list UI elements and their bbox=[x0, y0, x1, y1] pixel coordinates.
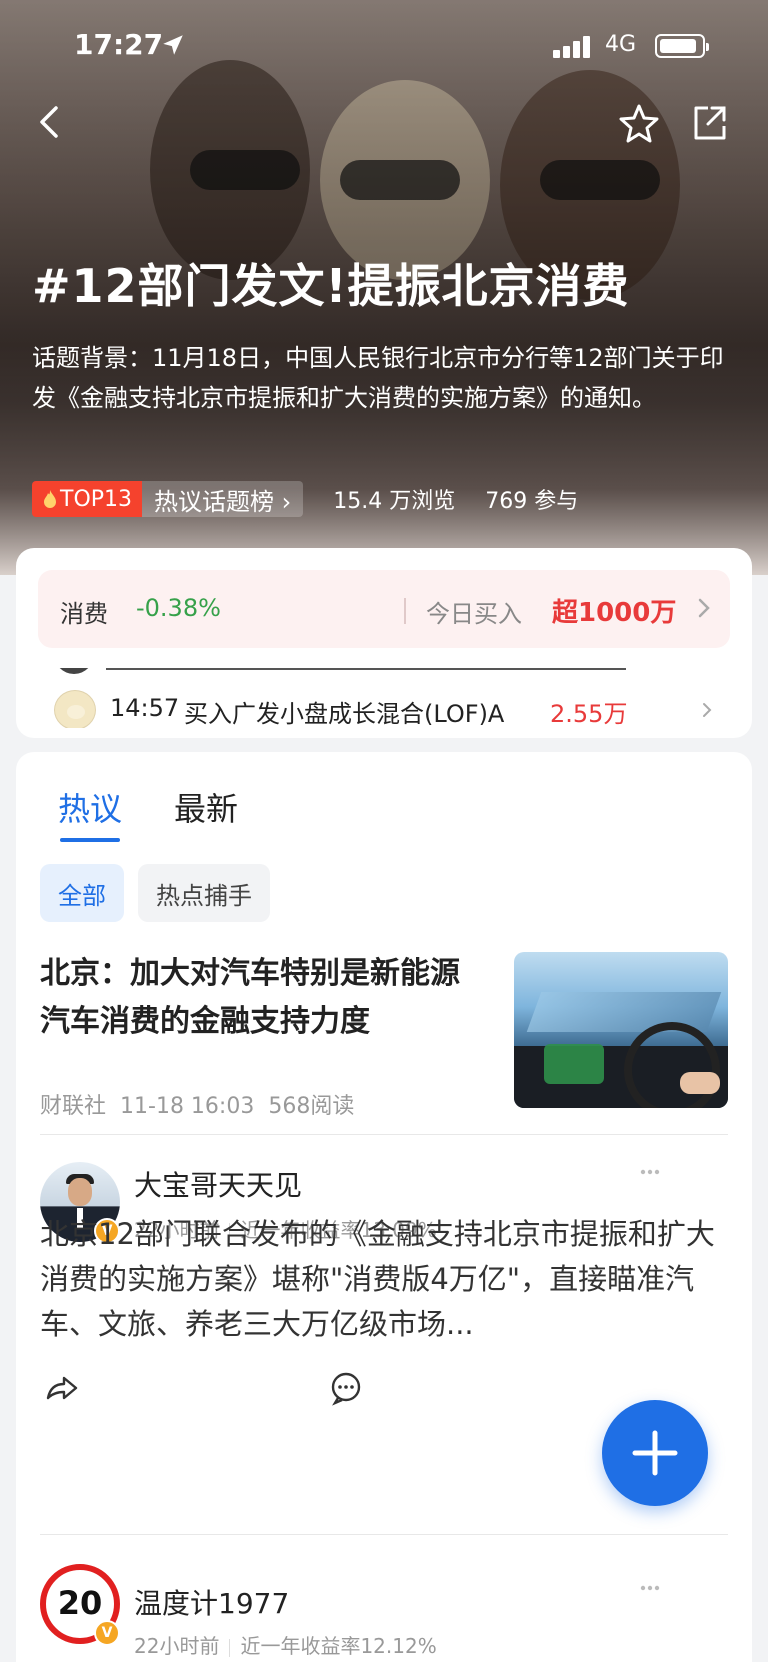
ticker-time: 14:57 bbox=[110, 694, 180, 722]
news-reads: 568阅读 bbox=[268, 1094, 355, 1119]
feed-card: 热议 最新 全部 热点捕手 北京：加大对汽车特别是新能源汽车消费的金融支持力度 … bbox=[16, 752, 752, 1662]
news-thumbnail[interactable] bbox=[514, 952, 728, 1108]
tab-indicator bbox=[60, 838, 120, 842]
today-buy-value: 超1000万 bbox=[552, 598, 677, 628]
ticker-amount: 2.55万 bbox=[550, 700, 628, 728]
flame-icon bbox=[44, 490, 56, 508]
post-return: 近一年收益率12.12% bbox=[240, 1634, 437, 1658]
post-author[interactable]: 大宝哥天天见 bbox=[134, 1164, 302, 1204]
divider bbox=[404, 598, 406, 624]
view-count: 15.4 万浏览 bbox=[333, 489, 456, 514]
battery-icon bbox=[655, 34, 709, 58]
ticker-previous-row bbox=[36, 668, 626, 674]
divider bbox=[40, 1534, 728, 1535]
star-icon[interactable] bbox=[618, 102, 660, 144]
network-label: 4G bbox=[605, 32, 637, 57]
filter-chip-all[interactable]: 全部 bbox=[40, 864, 124, 922]
filter-chip-hot-hunter[interactable]: 热点捕手 bbox=[138, 864, 270, 922]
tab-latest[interactable]: 最新 bbox=[174, 784, 238, 830]
divider bbox=[40, 1134, 728, 1135]
sector-name: 消费 bbox=[60, 600, 108, 628]
topic-hero: 17:27 4G #12部门发文!提振北京消费 话题背景：11月18日，中国人民… bbox=[0, 0, 768, 575]
news-source: 财联社 bbox=[40, 1094, 107, 1119]
more-icon[interactable] bbox=[640, 1168, 660, 1176]
chevron-right-icon bbox=[703, 703, 712, 717]
tab-hot[interactable]: 热议 bbox=[58, 784, 122, 830]
verified-badge: V bbox=[94, 1620, 120, 1646]
ticker-text: 买入广发小盘成长混合(LOF)A bbox=[184, 700, 505, 728]
repost-icon[interactable] bbox=[44, 1370, 80, 1406]
location-arrow-icon bbox=[163, 35, 183, 55]
status-bar: 17:27 4G bbox=[0, 28, 768, 64]
comment-icon[interactable] bbox=[328, 1370, 364, 1406]
more-icon[interactable] bbox=[640, 1584, 660, 1592]
hot-topic-list-link[interactable]: 热议话题榜 › bbox=[142, 481, 304, 517]
create-post-button[interactable] bbox=[602, 1400, 708, 1506]
topic-rank-row[interactable]: TOP13 热议话题榜 › 15.4 万浏览 769 参与 bbox=[32, 480, 578, 518]
share-icon[interactable] bbox=[688, 102, 730, 144]
topic-description: 话题背景：11月18日，中国人民银行北京市分行等12部门关于印发《金融支持北京市… bbox=[32, 344, 724, 412]
participant-count: 769 参与 bbox=[485, 489, 579, 514]
today-buy-label: 今日买入 bbox=[426, 600, 522, 628]
avatar bbox=[54, 690, 96, 728]
signal-icon bbox=[553, 36, 593, 58]
avatar-number: 20 bbox=[57, 1584, 103, 1622]
sector-summary[interactable]: 消费 -0.38% 今日买入 超1000万 bbox=[38, 570, 730, 648]
rank-badge-text: TOP13 bbox=[60, 486, 133, 512]
sector-card: 消费 -0.38% 今日买入 超1000万 14:57 买入广发小盘成长混合(L… bbox=[16, 548, 752, 738]
post-time: 22小时前 bbox=[134, 1634, 220, 1658]
status-time: 17:27 bbox=[74, 28, 164, 61]
news-title[interactable]: 北京：加大对汽车特别是新能源汽车消费的金融支持力度 bbox=[40, 950, 460, 1046]
plus-icon bbox=[632, 1430, 678, 1476]
sector-change: -0.38% bbox=[136, 594, 221, 622]
post-author[interactable]: 温度计1977 bbox=[134, 1582, 289, 1622]
ticker-row[interactable]: 14:57 买入广发小盘成长混合(LOF)A 2.55万 bbox=[36, 690, 736, 728]
news-meta: 财联社 11-18 16:03 568阅读 bbox=[40, 1088, 354, 1120]
news-time: 11-18 16:03 bbox=[120, 1094, 255, 1119]
rank-badge[interactable]: TOP13 bbox=[32, 481, 143, 517]
trade-ticker[interactable]: 14:57 买入广发小盘成长混合(LOF)A 2.55万 bbox=[36, 668, 736, 728]
chevron-right-icon bbox=[698, 598, 710, 618]
back-icon[interactable] bbox=[32, 102, 72, 142]
topic-title: #12部门发文!提振北京消费 bbox=[32, 259, 630, 313]
post-body[interactable]: 北京12部门联合发布的《金融支持北京市提振和扩大消费的实施方案》堪称"消费版4万… bbox=[40, 1212, 730, 1352]
post-meta: 22小时前 近一年收益率12.12% bbox=[134, 1630, 437, 1659]
